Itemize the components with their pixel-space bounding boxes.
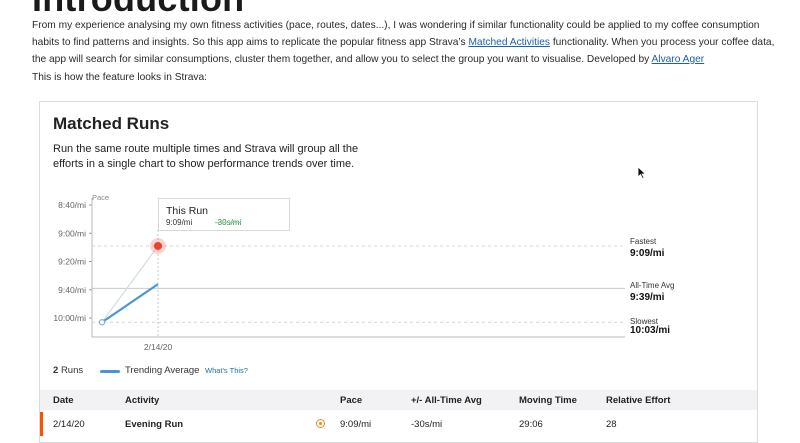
tooltip-diff: -30s/mi bbox=[215, 218, 242, 227]
runs-count-unit: Runs bbox=[60, 365, 84, 376]
col-moving-time[interactable]: Moving Time bbox=[519, 395, 577, 406]
current-run-point bbox=[154, 241, 162, 250]
col-activity[interactable]: Activity bbox=[125, 395, 159, 406]
reference-value: 9:09/mi bbox=[630, 248, 665, 259]
trend-legend-label: Trending Average bbox=[125, 365, 200, 376]
col-pace[interactable]: Pace bbox=[340, 395, 362, 406]
reference-lines: Fastest9:09/miAll-Time Avg9:39/miSlowest… bbox=[92, 237, 674, 336]
run-point bbox=[98, 319, 106, 326]
tooltip-pace: 9:09/mi bbox=[166, 218, 193, 227]
feature-note: This is how the feature looks in Strava: bbox=[32, 72, 207, 83]
reference-label: All-Time Avg bbox=[630, 281, 674, 290]
runs-table-header: Date Activity Pace +/- All-Time Avg Movi… bbox=[40, 390, 757, 410]
mouse-pointer-icon bbox=[637, 166, 647, 180]
chart-grid: 8:40/mi 9:00/mi 9:20/mi 9:40/mi 10:00/mi bbox=[53, 200, 92, 323]
trend-legend-swatch bbox=[100, 370, 120, 373]
col-all-time-avg[interactable]: +/- All-Time Avg bbox=[411, 395, 482, 406]
y-axis-title: Pace bbox=[92, 193, 109, 202]
whats-this-link[interactable]: What's This? bbox=[205, 366, 248, 375]
row-diff: -30s/mi bbox=[411, 419, 443, 430]
target-icon bbox=[316, 419, 325, 428]
y-tick-label: 9:00/mi bbox=[58, 228, 86, 238]
pace-series-line bbox=[101, 245, 159, 323]
y-tick-label: 9:40/mi bbox=[58, 285, 86, 295]
row-moving-time: 29:06 bbox=[519, 419, 543, 430]
table-row[interactable]: 2/14/20 Evening Run 9:09/mi -30s/mi 29:0… bbox=[40, 412, 757, 436]
current-run-marker bbox=[40, 412, 43, 436]
run-tooltip: This Run 9:09/mi -30s/mi bbox=[158, 198, 290, 231]
author-link[interactable]: Alvaro Ager bbox=[652, 54, 705, 65]
row-pace: 9:09/mi bbox=[340, 419, 372, 430]
row-date: 2/14/20 bbox=[53, 419, 85, 430]
row-relative-effort: 28 bbox=[606, 419, 617, 430]
y-tick-label: 10:00/mi bbox=[53, 313, 86, 323]
tooltip-title: This Run bbox=[166, 205, 209, 217]
matched-activities-link[interactable]: Matched Activities bbox=[468, 37, 550, 48]
intro-paragraph: From my experience analysing my own fitn… bbox=[32, 17, 780, 68]
runs-count-number: 2 bbox=[53, 365, 59, 376]
runs-count: 2 Runs bbox=[53, 365, 83, 376]
x-tick-label: 2/14/20 bbox=[144, 342, 173, 352]
y-tick-label: 9:20/mi bbox=[58, 257, 86, 267]
chart-series bbox=[98, 237, 166, 326]
strava-screenshot-frame: Matched Runs Run the same route multiple… bbox=[39, 101, 758, 443]
reference-value: 10:03/mi bbox=[630, 325, 670, 336]
y-tick-label: 8:40/mi bbox=[58, 200, 86, 210]
trending-average-line bbox=[101, 283, 159, 324]
col-date[interactable]: Date bbox=[53, 395, 74, 406]
reference-value: 9:39/mi bbox=[630, 292, 665, 303]
col-relative-effort[interactable]: Relative Effort bbox=[606, 395, 670, 406]
row-activity[interactable]: Evening Run bbox=[125, 419, 183, 430]
pace-chart: 8:40/mi 9:00/mi 9:20/mi 9:40/mi 10:00/mi Fas… bbox=[53, 193, 674, 352]
reference-label: Fastest bbox=[630, 237, 657, 246]
